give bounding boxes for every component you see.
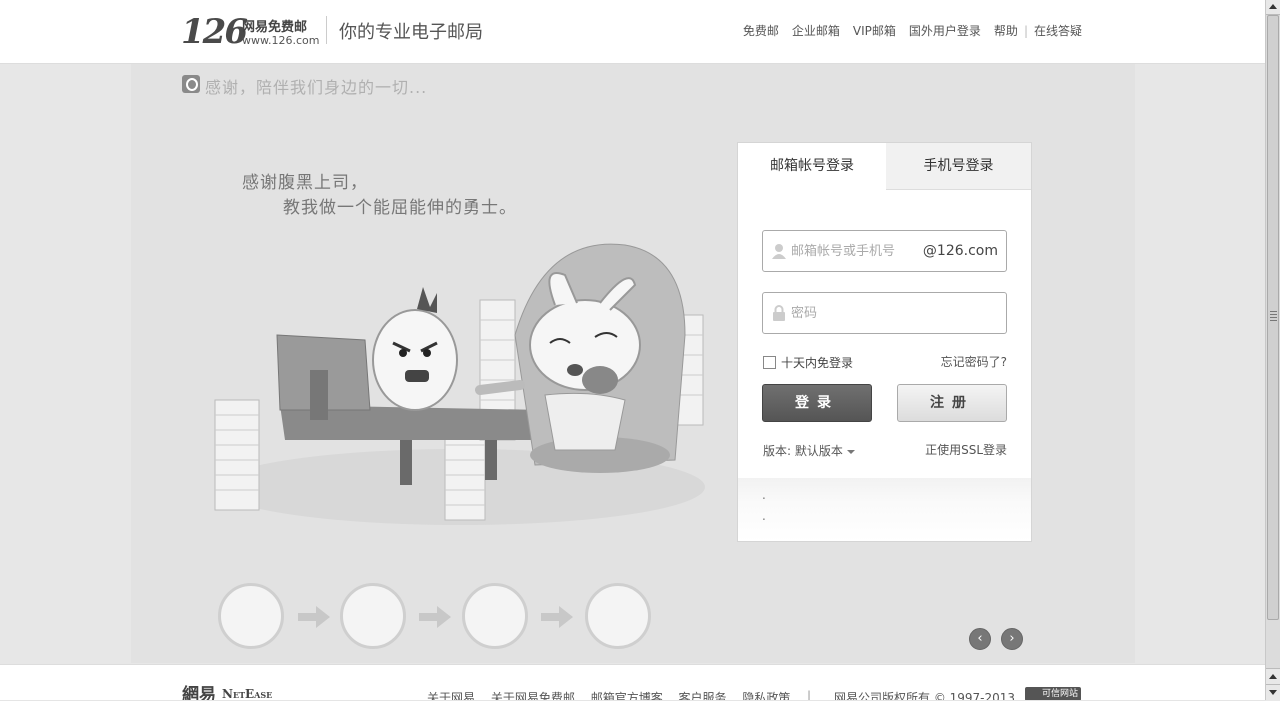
top-nav: 免费邮 企业邮箱 VIP邮箱 国外用户登录 帮助 | 在线答疑: [730, 22, 1082, 39]
footer-link-privacy[interactable]: 隐私政策: [742, 691, 790, 700]
notice-item[interactable]: .: [762, 509, 766, 523]
nav-separator: |: [1023, 23, 1028, 38]
password-field: [762, 292, 1007, 334]
banner-tagline: 感谢，陪伴我们身边的一切...: [205, 78, 428, 97]
nav-free-mail[interactable]: 免费邮: [743, 22, 779, 39]
banner-prev-button[interactable]: ‹: [969, 628, 991, 650]
logo-number[interactable]: 126: [181, 12, 248, 52]
netease-q-icon: [182, 75, 200, 93]
nav-help[interactable]: 帮助: [994, 22, 1018, 39]
copyright: 网易公司版权所有 © 1997-2013: [834, 691, 1016, 700]
remember-label: 十天内免登录: [781, 356, 854, 370]
notice-item[interactable]: .: [762, 488, 766, 502]
footer-link-about[interactable]: 关于网易: [427, 691, 475, 700]
tab-mail-login[interactable]: 邮箱帐号登录: [738, 143, 887, 189]
header: 126 网易免费邮 www.126.com 你的专业电子邮局 免费邮 企业邮箱 …: [0, 0, 1265, 64]
arrow-right-icon: [541, 606, 573, 628]
login-panel: 邮箱帐号登录 手机号登录 @126.com 十天内免登录 忘记密码了? 登录 注…: [737, 142, 1032, 542]
remember-checkbox[interactable]: [763, 356, 776, 369]
banner-quote-line2: 教我做一个能屈能伸的勇士。: [283, 198, 517, 218]
domain-suffix: @126.com: [922, 243, 998, 259]
logo-url: www.126.com: [242, 34, 320, 47]
vertical-scrollbar[interactable]: [1265, 0, 1280, 701]
arrow-right-icon: [298, 606, 330, 628]
step-face-1: [218, 583, 284, 649]
footer: 網易 NetEase 关于网易 关于网易免费邮 邮箱官方博客 客户服务 隐私政策…: [0, 664, 1265, 700]
nav-online-qa[interactable]: 在线答疑: [1034, 22, 1082, 39]
lock-icon: [773, 305, 785, 321]
footer-separator: |: [807, 689, 812, 700]
version-select[interactable]: 版本: 默认版本: [763, 442, 855, 459]
netease-logo-cn: 網易: [182, 685, 216, 700]
tab-phone-login[interactable]: 手机号登录: [886, 143, 1031, 190]
login-notice-area: . .: [738, 478, 1031, 541]
account-input[interactable]: [791, 231, 921, 271]
page: 126 网易免费邮 www.126.com 你的专业电子邮局 免费邮 企业邮箱 …: [0, 0, 1265, 700]
login-button[interactable]: 登录: [762, 384, 872, 422]
netease-logo-en: NetEase: [222, 687, 273, 700]
step-face-2: [340, 583, 406, 649]
header-divider: [326, 16, 327, 44]
logo-name: 网易免费邮: [242, 20, 308, 35]
office-illustration: [214, 243, 705, 525]
footer-link-about-mail[interactable]: 关于网易免费邮: [491, 691, 575, 700]
user-icon: [772, 244, 786, 259]
trust-badge[interactable]: 可信网站: [1025, 687, 1081, 700]
caret-down-icon: [846, 449, 855, 454]
nav-vip-mail[interactable]: VIP邮箱: [853, 22, 896, 39]
account-field: @126.com: [762, 230, 1007, 272]
banner-quote-line1: 感谢腹黑上司，: [242, 173, 368, 193]
step-face-3: [462, 583, 528, 649]
footer-links: 关于网易 关于网易免费邮 邮箱官方博客 客户服务 隐私政策: [427, 689, 802, 700]
grip-icon: [1270, 311, 1277, 323]
scroll-up-small-button[interactable]: [1266, 668, 1280, 685]
footer-link-service[interactable]: 客户服务: [679, 691, 727, 700]
step-face-4: [585, 583, 651, 649]
forgot-password-link[interactable]: 忘记密码了?: [941, 353, 1007, 370]
scroll-thumb[interactable]: [1267, 15, 1279, 620]
nav-overseas-login[interactable]: 国外用户登录: [909, 22, 981, 39]
scroll-up-button[interactable]: [1266, 0, 1280, 15]
nav-enterprise-mail[interactable]: 企业邮箱: [792, 22, 840, 39]
register-button[interactable]: 注册: [897, 384, 1007, 422]
scroll-down-button[interactable]: [1266, 684, 1280, 701]
remember-me[interactable]: 十天内免登录: [763, 354, 853, 371]
banner-next-button[interactable]: ›: [1001, 628, 1023, 650]
ssl-login-link[interactable]: 正使用SSL登录: [925, 441, 1007, 458]
version-label: 版本: 默认版本: [763, 444, 843, 458]
slogan: 你的专业电子邮局: [339, 22, 483, 43]
footer-link-blog[interactable]: 邮箱官方博客: [591, 691, 663, 700]
arrow-right-icon: [419, 606, 451, 628]
password-input[interactable]: [791, 293, 991, 333]
